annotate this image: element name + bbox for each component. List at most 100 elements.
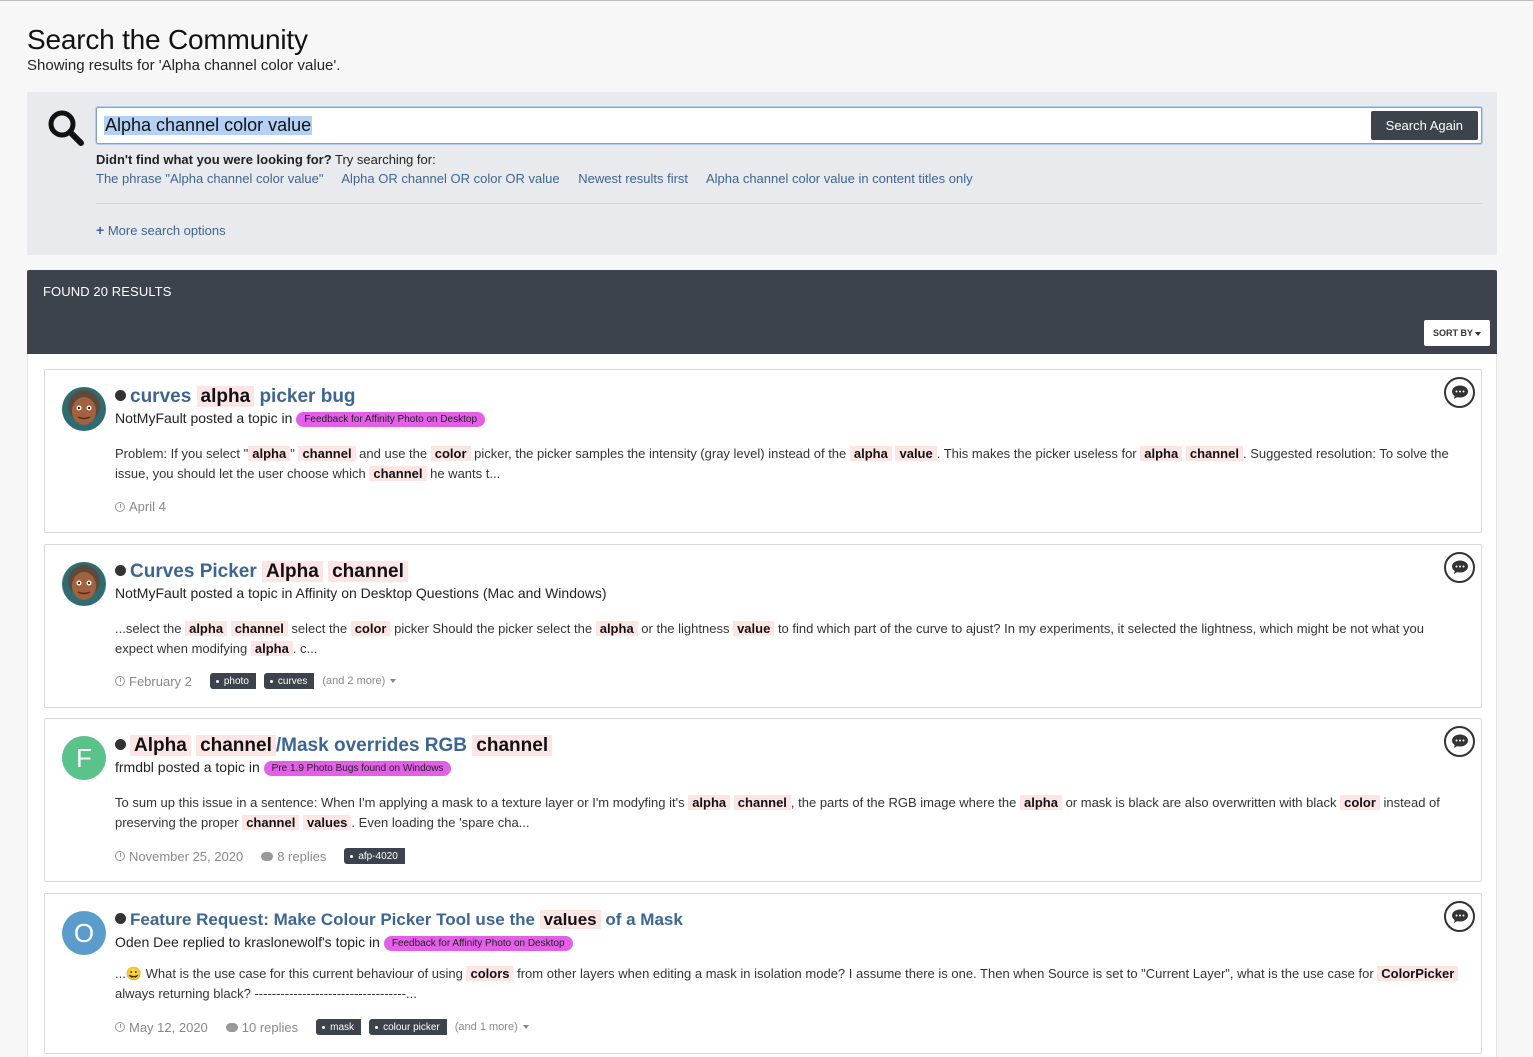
result-meta: Oden Dee replied to kraslonewolf's topic… <box>115 934 573 951</box>
suggestion-link-newest[interactable]: Newest results first <box>578 171 688 186</box>
tag-curves[interactable]: curves <box>263 673 315 689</box>
result-title-text[interactable]: curves alpha picker bug <box>130 386 356 407</box>
text-segment: Problem: If you select " <box>115 446 249 461</box>
text-segment: select the <box>287 621 351 636</box>
meta-action: replied to kraslonewolf's topic in <box>178 934 384 950</box>
result-title-text[interactable]: Alpha channel/Mask overrides RGB channel <box>130 735 553 756</box>
topic-comment-icon <box>1444 726 1475 757</box>
comment-icon <box>225 1022 238 1032</box>
result-title-text[interactable]: Curves Picker Alpha channel <box>130 561 408 582</box>
more-search-options-link[interactable]: + More search options <box>96 222 226 238</box>
highlighted-term: channel <box>196 735 276 756</box>
page-subtitle: Showing results for 'Alpha channel color… <box>27 57 341 74</box>
text-segment: picker bug <box>254 386 356 407</box>
forum-link[interactable]: Affinity on Desktop Questions (Mac and W… <box>296 585 607 601</box>
result-item: Curves Picker Alpha channel NotMyFault p… <box>44 544 1482 708</box>
more-search-options-label: More search options <box>107 223 226 238</box>
highlighted-term: color <box>430 446 471 461</box>
avatar[interactable] <box>62 387 106 431</box>
result-snippet: To sum up this issue in a sentence: When… <box>115 793 1465 833</box>
meta-action: posted a topic in <box>186 585 296 601</box>
chevron-down-icon <box>390 679 397 684</box>
page-header: Search the Community Showing results for… <box>27 23 340 74</box>
highlighted-term: Alpha <box>130 735 191 756</box>
text-segment: or mask is black are also overwritten wi… <box>1061 795 1341 810</box>
forum-badge[interactable]: Feedback for Affinity Photo on Desktop <box>383 936 573 951</box>
author-link[interactable]: NotMyFault <box>115 585 187 601</box>
result-replies[interactable]: 10 replies <box>225 1019 299 1035</box>
author-link[interactable]: Oden Dee <box>115 934 179 950</box>
text-segment: . This makes the picker useless for <box>936 446 1141 461</box>
highlighted-term: alpha <box>250 641 293 656</box>
meta-action: posted a topic in <box>153 759 264 775</box>
highlighted-term: colors <box>466 966 514 981</box>
highlighted-term: color <box>350 621 391 636</box>
text-segment: ...select the <box>115 621 186 636</box>
search-query-text[interactable]: Alpha channel color value <box>104 116 313 135</box>
highlighted-term: Alpha <box>262 561 323 582</box>
avatar[interactable] <box>62 562 106 606</box>
suggestion-intro: Didn't find what you were looking for? T… <box>96 152 436 167</box>
text-segment: To sum up this issue in a sentence: When… <box>115 795 689 810</box>
highlighted-term: color <box>1340 795 1380 810</box>
result-meta: NotMyFault posted a topic in Feedback fo… <box>115 410 486 427</box>
highlighted-term: ColorPicker <box>1377 966 1459 981</box>
forum-badge[interactable]: Pre 1.9 Photo Bugs found on Windows <box>263 761 452 776</box>
result-title[interactable]: Feature Request: Make Colour Picker Tool… <box>115 910 683 930</box>
result-footer: April 4 <box>115 499 184 514</box>
search-input[interactable]: Alpha channel color value Search Again <box>96 107 1482 144</box>
result-snippet: ...😀 What is the use case for this curre… <box>115 964 1465 1004</box>
suggestion-link-phrase[interactable]: The phrase "Alpha channel color value" <box>96 171 323 186</box>
search-icon <box>46 108 86 148</box>
highlighted-term: alpha <box>1140 446 1183 461</box>
more-tags-toggle[interactable]: (and 2 more) <box>322 675 397 687</box>
text-segment: /Mask overrides RGB <box>275 735 473 756</box>
result-replies-text: 10 replies <box>241 1019 299 1035</box>
text-segment: of a Mask <box>600 910 683 929</box>
highlighted-term: alpha <box>595 621 638 636</box>
text-segment: . Even loading the 'spare cha... <box>351 815 530 830</box>
result-item: O Feature Request: Make Colour Picker To… <box>44 893 1482 1054</box>
result-snippet: Problem: If you select " alpha " channel a… <box>115 444 1465 484</box>
author-link[interactable]: NotMyFault <box>115 410 187 426</box>
sort-by-label: SORT BY <box>1432 328 1473 338</box>
result-item: curves alpha picker bug NotMyFault poste… <box>44 369 1482 533</box>
highlighted-term: values <box>302 815 352 830</box>
unread-dot-icon <box>115 913 126 924</box>
text-segment: , the parts of the RGB image where the <box>790 795 1020 810</box>
results-list: curves alpha picker bug NotMyFault poste… <box>27 354 1497 1057</box>
chevron-down-icon <box>1475 331 1481 336</box>
result-title-text[interactable]: Feature Request: Make Colour Picker Tool… <box>130 910 683 929</box>
result-snippet: ...select the alpha channel select the c… <box>115 619 1465 659</box>
tag-mask[interactable]: mask <box>316 1019 362 1035</box>
result-date-text: February 2 <box>129 673 192 689</box>
search-again-button[interactable]: Search Again <box>1370 111 1478 140</box>
highlighted-term: channel <box>733 795 791 810</box>
sort-by-button[interactable]: SORT BY <box>1423 320 1490 346</box>
author-link[interactable]: frmdbl <box>115 759 154 775</box>
avatar[interactable]: F <box>62 736 106 780</box>
more-tags-toggle[interactable]: (and 1 more) <box>455 1021 529 1033</box>
avatar[interactable]: O <box>62 911 106 955</box>
more-tags-label: (and 2 more) <box>322 675 386 687</box>
search-panel: Alpha channel color value Search Again D… <box>27 92 1497 255</box>
result-footer: May 12, 2020 10 replies mask colour pick… <box>115 1019 529 1035</box>
result-title[interactable]: Alpha channel/Mask overrides RGB channel <box>115 735 553 757</box>
topic-comment-icon <box>1444 901 1475 932</box>
result-title[interactable]: curves alpha picker bug <box>115 386 356 408</box>
highlighted-term: alpha <box>185 621 228 636</box>
highlighted-term: channel <box>328 561 408 582</box>
forum-badge[interactable]: Feedback for Affinity Photo on Desktop <box>296 412 486 427</box>
tag-colour-picker[interactable]: colour picker <box>369 1019 447 1035</box>
suggestion-link-or[interactable]: Alpha OR channel OR color OR value <box>341 171 559 186</box>
comment-icon <box>261 851 274 861</box>
tag-afp-4020[interactable]: afp-4020 <box>344 848 405 864</box>
suggestion-link-titles-only[interactable]: Alpha channel color value in content tit… <box>706 171 973 186</box>
result-replies[interactable]: 8 replies <box>261 849 326 864</box>
page-title: Search the Community <box>27 24 308 55</box>
tag-photo[interactable]: photo <box>209 673 256 689</box>
text-segment: picker, the picker samples the intensity… <box>470 446 850 461</box>
text-segment: picker Should the picker select the <box>390 621 596 636</box>
suggestion-links: The phrase "Alpha channel color value" A… <box>96 171 988 186</box>
result-title[interactable]: Curves Picker Alpha channel <box>115 561 408 583</box>
